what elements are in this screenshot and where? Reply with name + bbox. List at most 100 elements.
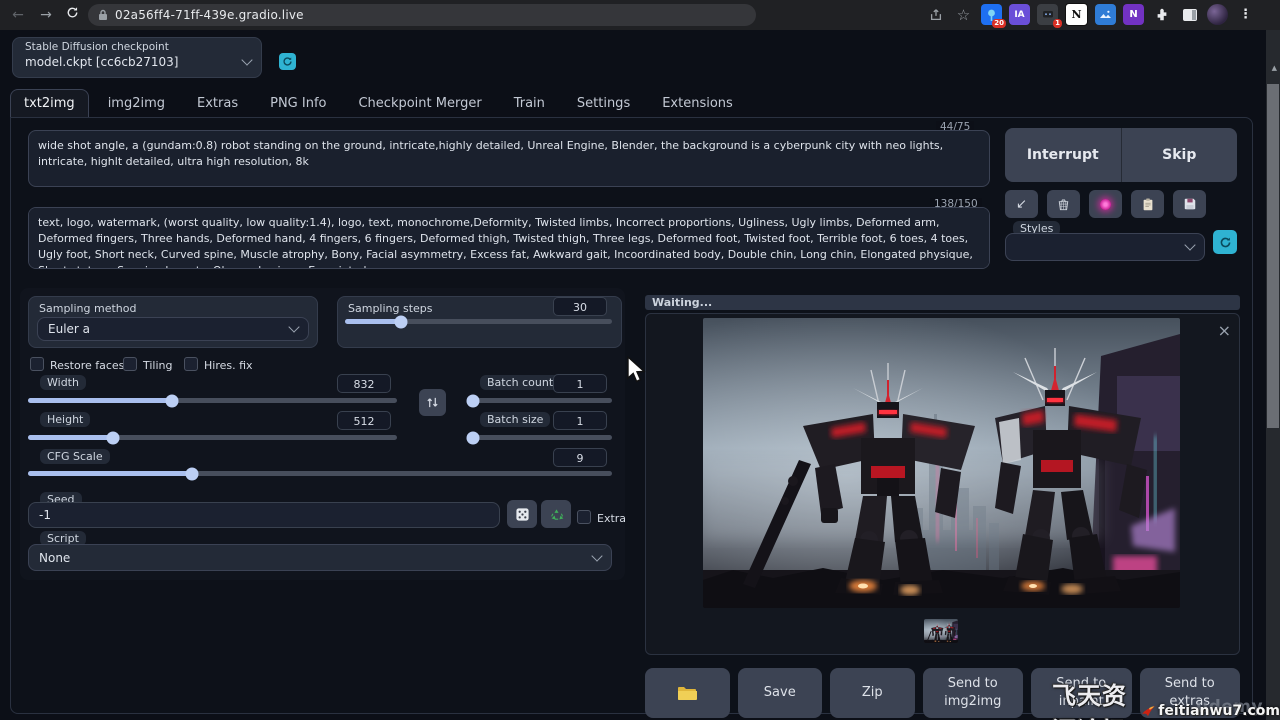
ext-pin-icon[interactable]: 20 <box>981 4 1002 25</box>
checkbox-icon[interactable] <box>30 357 44 371</box>
cfg-scale-value[interactable]: 9 <box>553 448 607 467</box>
watermark-site-text: feitianwu7.com <box>1158 703 1280 719</box>
batch-count-value[interactable]: 1 <box>553 374 607 393</box>
recycle-icon <box>549 507 564 522</box>
gallery-thumbnail[interactable] <box>924 619 958 643</box>
progress-bar: Waiting... <box>645 295 1240 310</box>
gallery-close-icon[interactable]: × <box>1218 324 1231 338</box>
save-button[interactable]: Save <box>738 668 823 718</box>
height-slider[interactable] <box>28 435 397 440</box>
slider-handle[interactable] <box>185 467 198 480</box>
seed-field <box>28 502 500 528</box>
sampling-steps-value[interactable]: 30 <box>553 297 607 316</box>
tab-extensions[interactable]: Extensions <box>649 90 746 117</box>
tiling-toggle[interactable]: Tiling <box>123 354 173 373</box>
kebab-menu-icon[interactable]: ⋮ <box>1235 4 1256 25</box>
ext-notion-icon[interactable]: N <box>1065 3 1088 26</box>
share-icon[interactable] <box>925 4 946 25</box>
ext-image-icon[interactable] <box>1095 4 1116 25</box>
batch-size-label: Batch size <box>480 412 550 427</box>
lock-icon <box>98 9 108 21</box>
negative-prompt-input[interactable]: text, logo, watermark, (worst quality, l… <box>28 207 990 269</box>
sampling-method-select[interactable]: Euler a <box>37 317 309 341</box>
slider-handle[interactable] <box>395 315 408 328</box>
tab-extras[interactable]: Extras <box>184 90 251 117</box>
batch-size-value[interactable]: 1 <box>553 411 607 430</box>
tab-settings[interactable]: Settings <box>564 90 643 117</box>
random-seed-button[interactable] <box>507 500 537 528</box>
sampling-method-label: Sampling method <box>39 301 143 316</box>
prompt-tool-row: ↙ <box>1005 190 1206 218</box>
extra-networks-icon <box>1100 199 1111 210</box>
side-panel-icon[interactable] <box>1179 4 1200 25</box>
bookmark-star-icon[interactable]: ☆ <box>953 4 974 25</box>
refresh-icon <box>282 56 293 67</box>
cfg-scale-slider[interactable] <box>28 471 612 476</box>
styles-refresh-button[interactable] <box>1213 230 1237 254</box>
prompt-input[interactable]: wide shot angle, a (gundam:0.8) robot st… <box>28 130 990 187</box>
width-value[interactable]: 832 <box>337 374 391 393</box>
extra-networks-button[interactable] <box>1089 190 1122 218</box>
reuse-seed-button[interactable] <box>541 500 571 528</box>
restore-faces-toggle[interactable]: Restore faces <box>30 354 124 373</box>
apply-style-button[interactable] <box>1131 190 1164 218</box>
tab-txt2img[interactable]: txt2img <box>10 89 89 117</box>
ext-chat-icon[interactable]: 1 <box>1037 4 1058 25</box>
swap-dimensions-button[interactable] <box>419 389 446 416</box>
checkpoint-select[interactable]: model.ckpt [cc6cb27103] <box>13 53 261 69</box>
chevron-down-icon <box>1184 239 1195 250</box>
seed-input[interactable] <box>28 502 500 528</box>
batch-count-slider[interactable] <box>467 398 612 403</box>
ext-onenote-icon[interactable]: N <box>1123 4 1144 25</box>
back-icon[interactable]: ← <box>8 5 28 25</box>
cfg-scale-label: CFG Scale <box>40 449 110 464</box>
browser-toolbar: ← → 02a56ff4-71ff-439e.gradio.live ☆ 20 … <box>0 0 1280 30</box>
checkpoint-refresh-button[interactable] <box>279 53 296 70</box>
open-folder-button[interactable] <box>645 668 730 718</box>
slider-handle[interactable] <box>165 394 178 407</box>
ext-ia-icon[interactable]: IA <box>1009 4 1030 25</box>
slider-handle[interactable] <box>466 431 479 444</box>
tab-png-info[interactable]: PNG Info <box>257 90 339 117</box>
sampling-steps-slider[interactable] <box>345 319 612 324</box>
chevron-down-icon <box>288 321 299 332</box>
tab-img2img[interactable]: img2img <box>95 90 178 117</box>
interrupt-button[interactable]: Interrupt <box>1005 128 1122 182</box>
ext-pin-badge: 20 <box>992 19 1006 28</box>
script-select[interactable]: None <box>28 544 612 571</box>
width-slider[interactable] <box>28 398 397 403</box>
checkbox-icon[interactable] <box>123 357 137 371</box>
save-style-button[interactable] <box>1173 190 1206 218</box>
slider-handle[interactable] <box>106 431 119 444</box>
styles-select[interactable] <box>1005 233 1205 261</box>
batch-size-slider[interactable] <box>467 435 612 440</box>
zip-button[interactable]: Zip <box>830 668 915 718</box>
watermark-phoenix-icon <box>1141 700 1156 720</box>
hires-fix-toggle[interactable]: Hires. fix <box>184 354 253 373</box>
chevron-down-icon <box>591 550 602 561</box>
clear-prompt-button[interactable] <box>1047 190 1080 218</box>
run-button-group: Interrupt Skip <box>1005 128 1237 182</box>
width-label: Width <box>40 375 86 390</box>
scrollbar-up-arrow[interactable]: ▲ <box>1272 64 1277 72</box>
checkbox-icon[interactable] <box>577 510 591 524</box>
height-value[interactable]: 512 <box>337 411 391 430</box>
tab-checkpoint-merger[interactable]: Checkpoint Merger <box>345 90 494 117</box>
url-bar[interactable]: 02a56ff4-71ff-439e.gradio.live <box>88 4 756 26</box>
extra-seed-toggle[interactable]: Extra <box>577 507 626 526</box>
profile-avatar[interactable] <box>1207 4 1228 25</box>
url-text: 02a56ff4-71ff-439e.gradio.live <box>115 8 304 22</box>
skip-button[interactable]: Skip <box>1122 128 1238 182</box>
paste-params-button[interactable]: ↙ <box>1005 190 1038 218</box>
generated-image[interactable] <box>703 318 1180 608</box>
refresh-icon <box>1219 236 1232 249</box>
tab-train[interactable]: Train <box>501 90 558 117</box>
checkbox-icon[interactable] <box>184 357 198 371</box>
arrow-down-left-icon: ↙ <box>1016 197 1027 212</box>
reload-icon[interactable] <box>62 5 82 25</box>
slider-handle[interactable] <box>466 394 479 407</box>
forward-icon[interactable]: → <box>36 5 56 25</box>
send-to-img2img-button[interactable]: Send to img2img <box>923 668 1024 718</box>
extensions-puzzle-icon[interactable] <box>1151 4 1172 25</box>
scrollbar-thumb[interactable] <box>1267 84 1279 428</box>
